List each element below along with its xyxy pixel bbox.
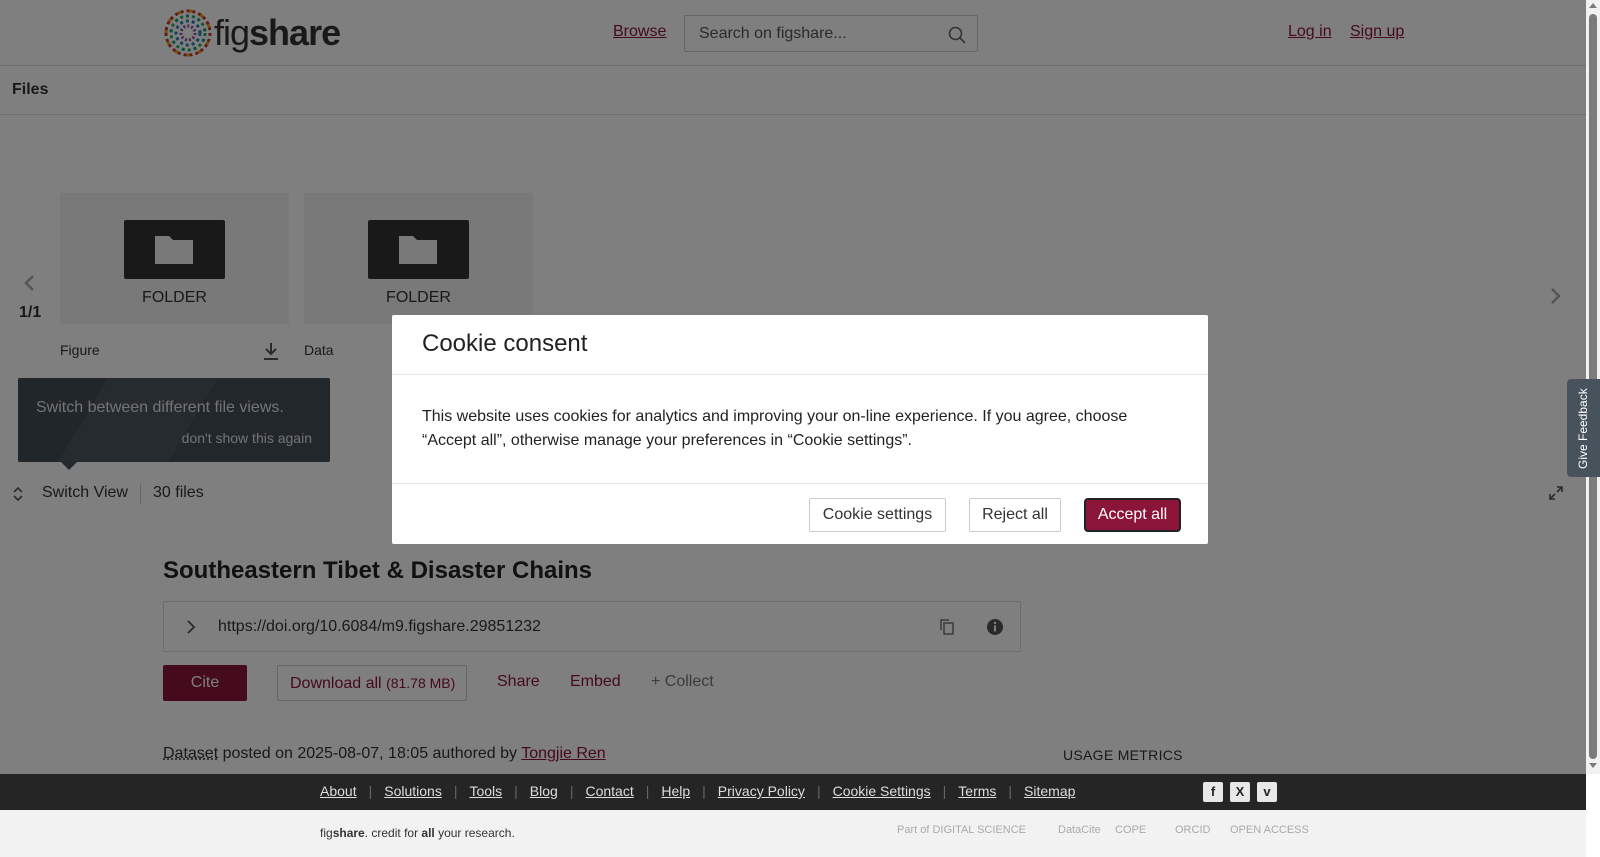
datacite-logo[interactable]: DataCite bbox=[1058, 824, 1101, 836]
footer-separator: | bbox=[702, 783, 706, 799]
footer-separator: | bbox=[569, 783, 574, 799]
tagline-end: your research. bbox=[434, 826, 515, 840]
tagline-prefix: fig bbox=[320, 826, 333, 840]
footer-links: About | Solutions | Tools | Blog | Contact | Help |… bbox=[320, 783, 1075, 799]
footer-link[interactable]: Contact bbox=[585, 783, 633, 799]
orcid-logo[interactable]: ORCID bbox=[1175, 824, 1210, 836]
footer-link[interactable]: Privacy Policy bbox=[718, 783, 805, 799]
scroll-down-arrow[interactable] bbox=[1589, 763, 1597, 768]
footer-link[interactable]: Terms bbox=[958, 783, 996, 799]
open-access-logo[interactable]: OPEN ACCESS bbox=[1230, 824, 1309, 836]
footer-nav: About | Solutions | Tools | Blog | Contact | Help |… bbox=[0, 774, 1586, 810]
footer-link[interactable]: Help bbox=[661, 783, 690, 799]
footer-link[interactable]: Cookie Settings bbox=[833, 783, 931, 799]
footer-link[interactable]: Blog bbox=[530, 783, 558, 799]
footer-separator: | bbox=[942, 783, 947, 799]
footer-separator: | bbox=[368, 783, 373, 799]
cookie-settings-button[interactable]: Cookie settings bbox=[809, 498, 946, 532]
footer-link[interactable]: About bbox=[320, 783, 357, 799]
footer-bottom: figshare. credit for all your research. … bbox=[0, 810, 1586, 857]
footer-separator: | bbox=[645, 783, 650, 799]
footer-separator: | bbox=[816, 783, 821, 799]
dialog-title: Cookie consent bbox=[422, 330, 588, 357]
vimeo-icon[interactable]: v bbox=[1257, 782, 1277, 802]
footer-link[interactable]: Tools bbox=[469, 783, 502, 799]
dialog-footer: Cookie settings Reject all Accept all bbox=[392, 483, 1208, 544]
footer-separator: | bbox=[514, 783, 518, 799]
dialog-body: This website uses cookies for analytics … bbox=[422, 408, 1128, 449]
facebook-icon[interactable]: f bbox=[1203, 782, 1223, 802]
footer-link[interactable]: Sitemap bbox=[1024, 783, 1075, 799]
give-feedback-label: Give Feedback bbox=[1576, 388, 1590, 469]
footer-separator: | bbox=[453, 783, 458, 799]
tagline-bold: share bbox=[332, 826, 365, 840]
x-icon[interactable]: X bbox=[1230, 782, 1250, 802]
dialog-header: Cookie consent bbox=[392, 315, 1208, 375]
reject-all-button[interactable]: Reject all bbox=[969, 498, 1061, 532]
scroll-up-arrow[interactable] bbox=[1589, 3, 1597, 8]
cope-logo[interactable]: COPE bbox=[1115, 824, 1146, 836]
footer-tagline: figshare. credit for all your research. bbox=[320, 826, 515, 840]
accept-all-button[interactable]: Accept all bbox=[1084, 498, 1181, 532]
footer-link[interactable]: Solutions bbox=[384, 783, 442, 799]
cookie-consent-dialog: Cookie consent This website uses cookies… bbox=[392, 315, 1208, 544]
digital-science-logo[interactable]: Part of DIGITAL SCIENCE bbox=[897, 824, 1026, 836]
give-feedback-tab[interactable]: Give Feedback bbox=[1567, 379, 1600, 477]
tagline-all: all bbox=[421, 826, 435, 840]
footer-separator: | bbox=[1008, 783, 1013, 799]
tagline-mid: . credit for bbox=[364, 826, 422, 840]
